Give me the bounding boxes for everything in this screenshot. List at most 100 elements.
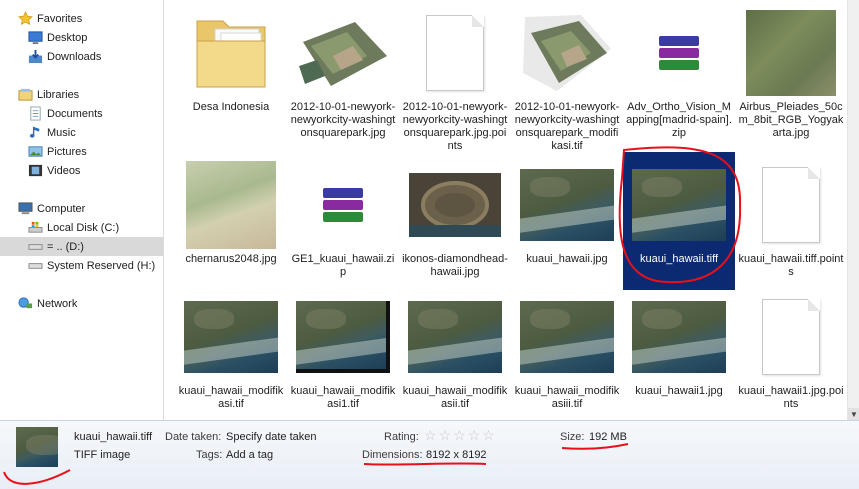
nav-music[interactable]: Music [0, 123, 163, 142]
file-item[interactable]: Adv_Ortho_Vision_Mapping[madrid-spain].z… [623, 0, 735, 139]
file-name: Desa Indonesia [192, 101, 270, 113]
satellite-image-icon [183, 292, 279, 382]
nav-favorites-label: Favorites [37, 12, 83, 25]
navigation-pane: Favorites Desktop Downloads Libraries Do… [0, 0, 164, 420]
scroll-down-arrow-icon[interactable]: ▼ [848, 408, 859, 420]
folder-icon [183, 8, 279, 98]
nav-downloads[interactable]: Downloads [0, 47, 163, 66]
star-icon[interactable]: ☆ [468, 428, 481, 442]
drive-icon [27, 258, 43, 274]
file-name: 2012-10-01-newyork-newyorkcity-washingto… [514, 101, 620, 152]
desktop-icon [27, 30, 43, 46]
nav-favorites[interactable]: Favorites [0, 9, 163, 28]
nav-network-label: Network [37, 297, 78, 310]
map-image-icon [183, 160, 279, 250]
file-item[interactable]: 2012-10-01-newyork-newyorkcity-washingto… [511, 0, 623, 152]
file-name: 2012-10-01-newyork-newyorkcity-washingto… [402, 101, 508, 152]
file-name: kuaui_hawaii_modifikasi.tif [178, 385, 284, 410]
file-name: kuaui_hawaii1.jpg [635, 385, 723, 397]
file-name: kuaui_hawaii_modifikasi1.tif [290, 385, 396, 410]
network-icon [17, 296, 33, 312]
file-item[interactable]: 2012-10-01-newyork-newyorkcity-washingto… [399, 0, 511, 152]
libraries-icon [17, 87, 33, 103]
blank-document-icon [407, 8, 503, 98]
tags-label: Tags: [196, 449, 223, 461]
vertical-scrollbar[interactable]: ▼ [847, 0, 859, 420]
tags-value[interactable]: Add a tag [226, 449, 273, 461]
selected-file-thumbnail [16, 427, 58, 467]
nav-local-disk-c[interactable]: Local Disk (C:) [0, 218, 163, 237]
size-label: Size: [560, 431, 585, 443]
blank-document-icon [743, 160, 839, 250]
star-icon[interactable]: ☆ [453, 428, 466, 442]
nav-videos[interactable]: Videos [0, 161, 163, 180]
file-item[interactable]: kuaui_hawaii_modifikasi1.tif [287, 284, 399, 420]
winrar-archive-icon [631, 8, 727, 98]
satellite-image-icon [407, 292, 503, 382]
nav-computer-label: Computer [37, 202, 86, 215]
file-item-selected[interactable]: kuaui_hawaii.tiff [623, 152, 735, 290]
nav-videos-label: Videos [47, 164, 81, 177]
file-item[interactable]: kuaui_hawaii1.jpg [623, 284, 735, 420]
nav-pictures-label: Pictures [47, 145, 87, 158]
file-name: kuaui_hawaii.jpg [526, 253, 608, 265]
star-icon [17, 11, 33, 27]
satellite-image-icon [519, 160, 615, 250]
file-item[interactable]: 2012-10-01-newyork-newyorkcity-washingto… [287, 0, 399, 139]
dimensions-label: Dimensions: [362, 449, 423, 461]
details-filetype: TIFF image [74, 449, 131, 461]
nav-network[interactable]: Network [0, 294, 163, 313]
file-name: kuaui_hawaii.tiff [625, 253, 733, 266]
file-name: chernarus2048.jpg [185, 253, 277, 265]
nav-system-reserved[interactable]: System Reserved (H:) [0, 256, 163, 275]
nav-desktop[interactable]: Desktop [0, 28, 163, 47]
nav-libraries[interactable]: Libraries [0, 85, 163, 104]
date-taken-value[interactable]: Specify date taken [226, 431, 317, 443]
file-item[interactable]: Airbus_Pleiades_50cm_8bit_RGB_Yogyakarta… [735, 0, 847, 139]
nav-system-reserved-label: System Reserved (H:) [47, 259, 156, 272]
documents-icon [27, 106, 43, 122]
details-filename: kuaui_hawaii.tiff [74, 431, 153, 443]
nav-documents[interactable]: Documents [0, 104, 163, 123]
winrar-archive-icon [295, 160, 391, 250]
videos-icon [27, 163, 43, 179]
file-list: Desa Indonesia 2012-10-01-newyork-newyor… [165, 0, 847, 420]
nav-d-drive[interactable]: = .. (D:) [0, 237, 163, 256]
file-name: Adv_Ortho_Vision_Mapping[madrid-spain].z… [626, 101, 732, 139]
date-taken-label: Date taken: [165, 431, 222, 443]
file-name: kuaui_hawaii1.jpg.points [738, 385, 844, 410]
satellite-image-icon [631, 160, 727, 250]
pictures-icon [27, 144, 43, 160]
file-item[interactable]: Desa Indonesia [175, 0, 287, 138]
downloads-icon [27, 49, 43, 65]
star-icon[interactable]: ☆ [424, 428, 437, 442]
file-item[interactable]: chernarus2048.jpg [175, 152, 287, 290]
file-name: GE1_kuaui_hawaii.zip [291, 253, 395, 278]
crater-image-icon [407, 160, 503, 250]
file-item[interactable]: kuaui_hawaii_modifikasiii.tif [511, 284, 623, 420]
file-item[interactable]: kuaui_hawaii1.jpg.points [735, 284, 847, 420]
file-item[interactable]: kuaui_hawaii_modifikasi.tif [175, 284, 287, 420]
size-value: 192 MB [589, 431, 627, 443]
nav-desktop-label: Desktop [47, 31, 88, 44]
file-item[interactable]: kuaui_hawaii_modifikasii.tif [399, 284, 511, 420]
file-item[interactable]: kuaui_hawaii.jpg [511, 152, 623, 290]
aerial-image-icon [519, 8, 615, 98]
nav-computer[interactable]: Computer [0, 199, 163, 218]
file-item[interactable]: kuaui_hawaii.tiff.points [735, 152, 847, 290]
star-icon[interactable]: ☆ [482, 428, 495, 442]
nav-pictures[interactable]: Pictures [0, 142, 163, 161]
aerial-image-icon [295, 8, 391, 98]
nav-documents-label: Documents [47, 107, 103, 120]
file-name: 2012-10-01-newyork-newyorkcity-washingto… [290, 101, 396, 139]
file-name: Airbus_Pleiades_50cm_8bit_RGB_Yogyakarta… [738, 101, 844, 139]
file-name: kuaui_hawaii_modifikasii.tif [402, 385, 508, 410]
dimensions-value: 8192 x 8192 [426, 449, 487, 461]
file-item[interactable]: ikonos-diamondhead-hawaii.jpg [399, 152, 511, 290]
rating-stars[interactable]: ☆ ☆ ☆ ☆ ☆ [424, 428, 495, 442]
star-icon[interactable]: ☆ [439, 428, 452, 442]
file-name: kuaui_hawaii_modifikasiii.tif [514, 385, 620, 410]
nav-libraries-label: Libraries [37, 88, 80, 101]
file-item[interactable]: GE1_kuaui_hawaii.zip [287, 152, 399, 290]
music-icon [27, 125, 43, 141]
